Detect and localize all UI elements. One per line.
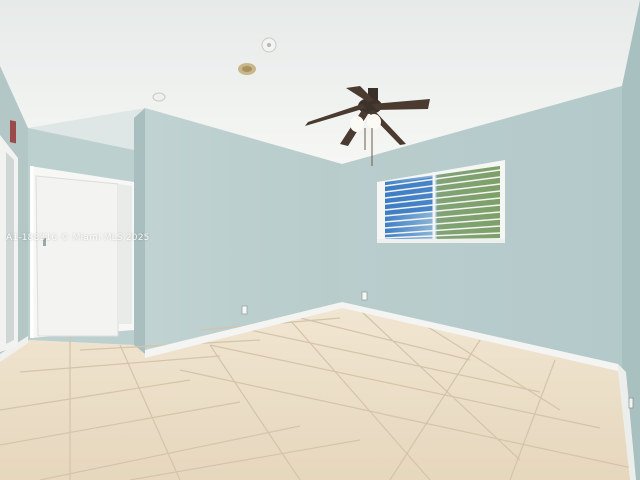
watermark-text: A1-188316 © Miami MLS 2025 [6,233,150,243]
ceiling-vent-icon [238,63,256,75]
outlet-icon [241,305,248,315]
outlet-icon [361,291,368,301]
room-photo: A1-188316 © Miami MLS 2025 [0,0,640,480]
smoke-detector-icon [261,37,277,53]
closet-door-icon [30,166,134,338]
outlet-icon [628,397,634,409]
wall-corner-edge [134,108,145,354]
sprinkler-icon [152,92,166,102]
